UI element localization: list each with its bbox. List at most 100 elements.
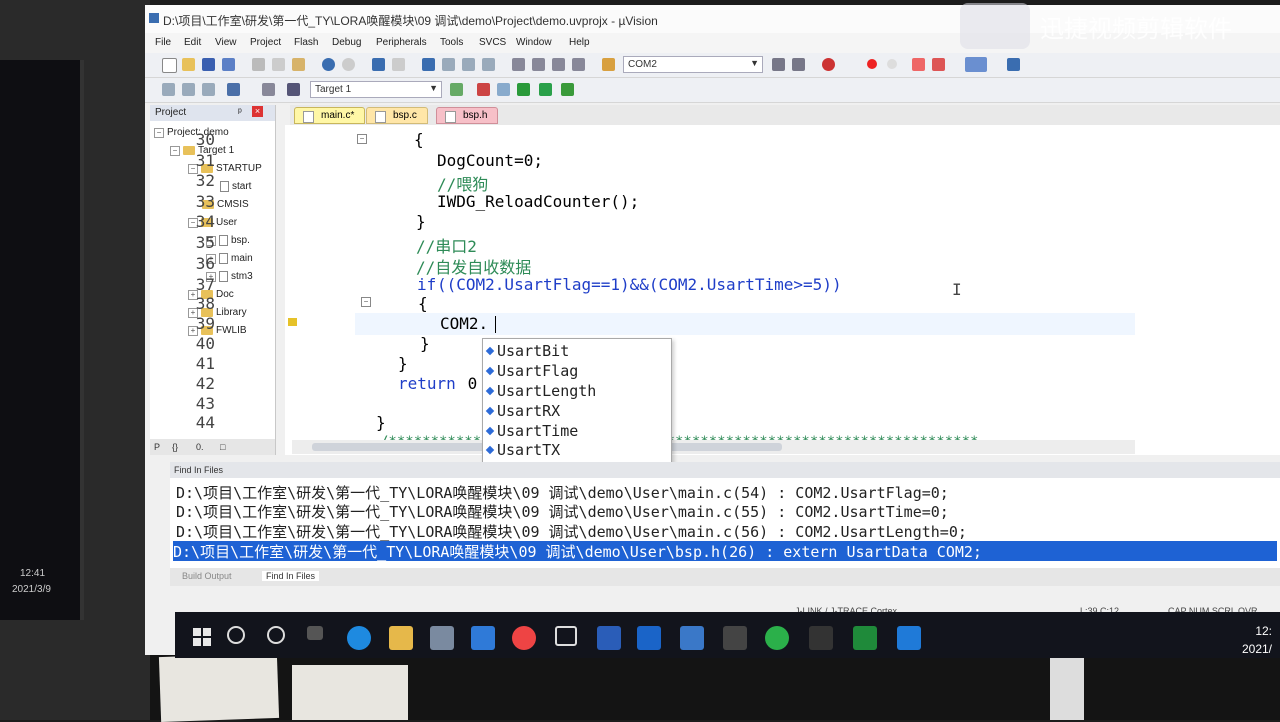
autocomplete-item[interactable]: UsartTime [485, 422, 578, 440]
manage-components-icon[interactable] [517, 83, 530, 96]
breakpoint-icon[interactable] [867, 59, 877, 69]
keil-uvision-icon[interactable] [853, 626, 877, 650]
manage-project-icon[interactable] [477, 83, 490, 96]
powershell-icon[interactable] [637, 626, 661, 650]
target-options-icon[interactable] [450, 83, 463, 96]
window-layout-icon[interactable] [965, 57, 987, 72]
next-bookmark-icon[interactable] [462, 58, 475, 71]
collapse-icon[interactable]: − [154, 127, 164, 138]
download-icon[interactable] [227, 83, 240, 96]
find-in-files-icon[interactable] [602, 58, 615, 71]
undo-icon[interactable] [322, 58, 335, 71]
new-file-icon[interactable] [162, 58, 177, 73]
file-extensions-icon[interactable] [497, 83, 510, 96]
kill-breakpoints-icon[interactable] [912, 58, 925, 71]
task-view-icon[interactable] [307, 626, 323, 640]
menu-file[interactable]: File [155, 37, 171, 48]
autocomplete-item[interactable]: UsartBit [485, 342, 569, 360]
autocomplete-item[interactable]: UsartLength [485, 382, 596, 400]
save-icon[interactable] [202, 58, 215, 71]
build-icon[interactable] [182, 83, 195, 96]
tab-find-in-files[interactable]: Find In Files [262, 571, 320, 581]
calculator-icon[interactable] [597, 626, 621, 650]
file-explorer-icon[interactable] [389, 626, 413, 650]
find-result-row[interactable]: D:\项目\工作室\研发\第一代_TY\LORA唤醒模块\09 调试\demo\… [176, 521, 967, 542]
paste-icon[interactable] [292, 58, 305, 71]
find-combo[interactable]: COM2 ▼ [623, 56, 763, 73]
tools-icon[interactable] [1007, 58, 1020, 71]
browser-icon[interactable] [512, 626, 536, 650]
pack-installer-icon[interactable] [561, 83, 574, 96]
load-icon[interactable] [287, 83, 300, 96]
autocomplete-item[interactable]: UsartFlag [485, 362, 578, 380]
menu-flash[interactable]: Flash [294, 37, 318, 48]
nav-back-icon[interactable] [372, 58, 385, 71]
close-icon[interactable]: × [252, 106, 263, 117]
debug-session-icon[interactable] [822, 58, 835, 71]
uncomment-icon[interactable] [572, 58, 585, 71]
mail-icon[interactable] [471, 626, 495, 650]
prev-bookmark-icon[interactable] [442, 58, 455, 71]
search-icon[interactable] [227, 626, 245, 644]
comment-icon[interactable] [552, 58, 565, 71]
tab-templates[interactable]: □ [220, 442, 225, 452]
menu-view[interactable]: View [215, 37, 237, 48]
incremental-find-icon[interactable] [792, 58, 805, 71]
configure-icon[interactable] [932, 58, 945, 71]
tab-build-output[interactable]: Build Output [182, 571, 232, 581]
tab-bsp-c[interactable]: bsp.c [366, 107, 428, 124]
translate-icon[interactable] [162, 83, 175, 96]
bookmark-icon[interactable] [422, 58, 435, 71]
redo-icon[interactable] [342, 58, 355, 71]
tab-project[interactable]: P [154, 442, 160, 452]
windows-start-icon[interactable] [193, 628, 211, 646]
jlink-icon[interactable] [809, 626, 833, 650]
chevron-down-icon[interactable]: ▼ [429, 83, 438, 93]
tab-books[interactable]: {} [172, 442, 178, 452]
cortana-icon[interactable] [267, 626, 285, 644]
find-result-row[interactable]: D:\项目\工作室\研发\第一代_TY\LORA唤醒模块\09 调试\demo\… [176, 501, 949, 522]
stop-build-icon[interactable] [262, 83, 275, 96]
editor-hscrollbar[interactable] [292, 440, 1135, 454]
menu-debug[interactable]: Debug [332, 37, 361, 48]
open-folder-icon[interactable] [182, 58, 195, 71]
tab-main-c[interactable]: main.c* [294, 107, 366, 124]
nav-forward-icon[interactable] [392, 58, 405, 71]
store-icon[interactable] [430, 626, 454, 650]
menu-help[interactable]: Help [569, 37, 590, 48]
disable-breakpoint-icon[interactable] [887, 59, 897, 69]
tab-functions[interactable]: 0. [196, 442, 204, 452]
unindent-icon[interactable] [532, 58, 545, 71]
fold-toggle-icon[interactable]: − [357, 134, 367, 144]
tree-file-start[interactable]: start [220, 181, 251, 192]
target-select[interactable]: Target 1 ▼ [310, 81, 442, 98]
cut-icon[interactable] [252, 58, 265, 71]
rebuild-icon[interactable] [202, 83, 215, 96]
tab-bsp-h[interactable]: bsp.h [436, 107, 499, 124]
wechat-icon[interactable] [765, 626, 789, 650]
save-all-icon[interactable] [222, 58, 235, 71]
menu-window[interactable]: Window [516, 37, 552, 48]
find-icon[interactable] [772, 58, 785, 71]
indent-icon[interactable] [512, 58, 525, 71]
find-result-row[interactable]: D:\项目\工作室\研发\第一代_TY\LORA唤醒模块\09 调试\demo\… [176, 482, 949, 503]
edge-icon[interactable] [347, 626, 371, 650]
menu-project[interactable]: Project [250, 37, 281, 48]
menu-tools[interactable]: Tools [440, 37, 463, 48]
remote-desktop-icon[interactable] [680, 626, 704, 650]
terminal-icon[interactable] [555, 626, 577, 646]
menu-edit[interactable]: Edit [184, 37, 201, 48]
copy-icon[interactable] [272, 58, 285, 71]
autocomplete-item[interactable]: UsartTX [485, 441, 560, 459]
stm-app-icon[interactable] [723, 626, 747, 650]
select-packs-icon[interactable] [539, 83, 552, 96]
chevron-down-icon[interactable]: ▼ [750, 58, 759, 68]
find-result-row-selected[interactable]: D:\项目\工作室\研发\第一代_TY\LORA唤醒模块\09 调试\demo\… [173, 541, 1277, 561]
vscode-icon[interactable] [897, 626, 921, 650]
clear-bookmarks-icon[interactable] [482, 58, 495, 71]
fold-toggle-icon[interactable]: − [361, 297, 371, 307]
menu-peripherals[interactable]: Peripherals [376, 37, 427, 48]
autocomplete-item[interactable]: UsartRX [485, 402, 560, 420]
pin-icon[interactable]: ᵖ [238, 107, 242, 118]
menu-svcs[interactable]: SVCS [479, 37, 506, 48]
